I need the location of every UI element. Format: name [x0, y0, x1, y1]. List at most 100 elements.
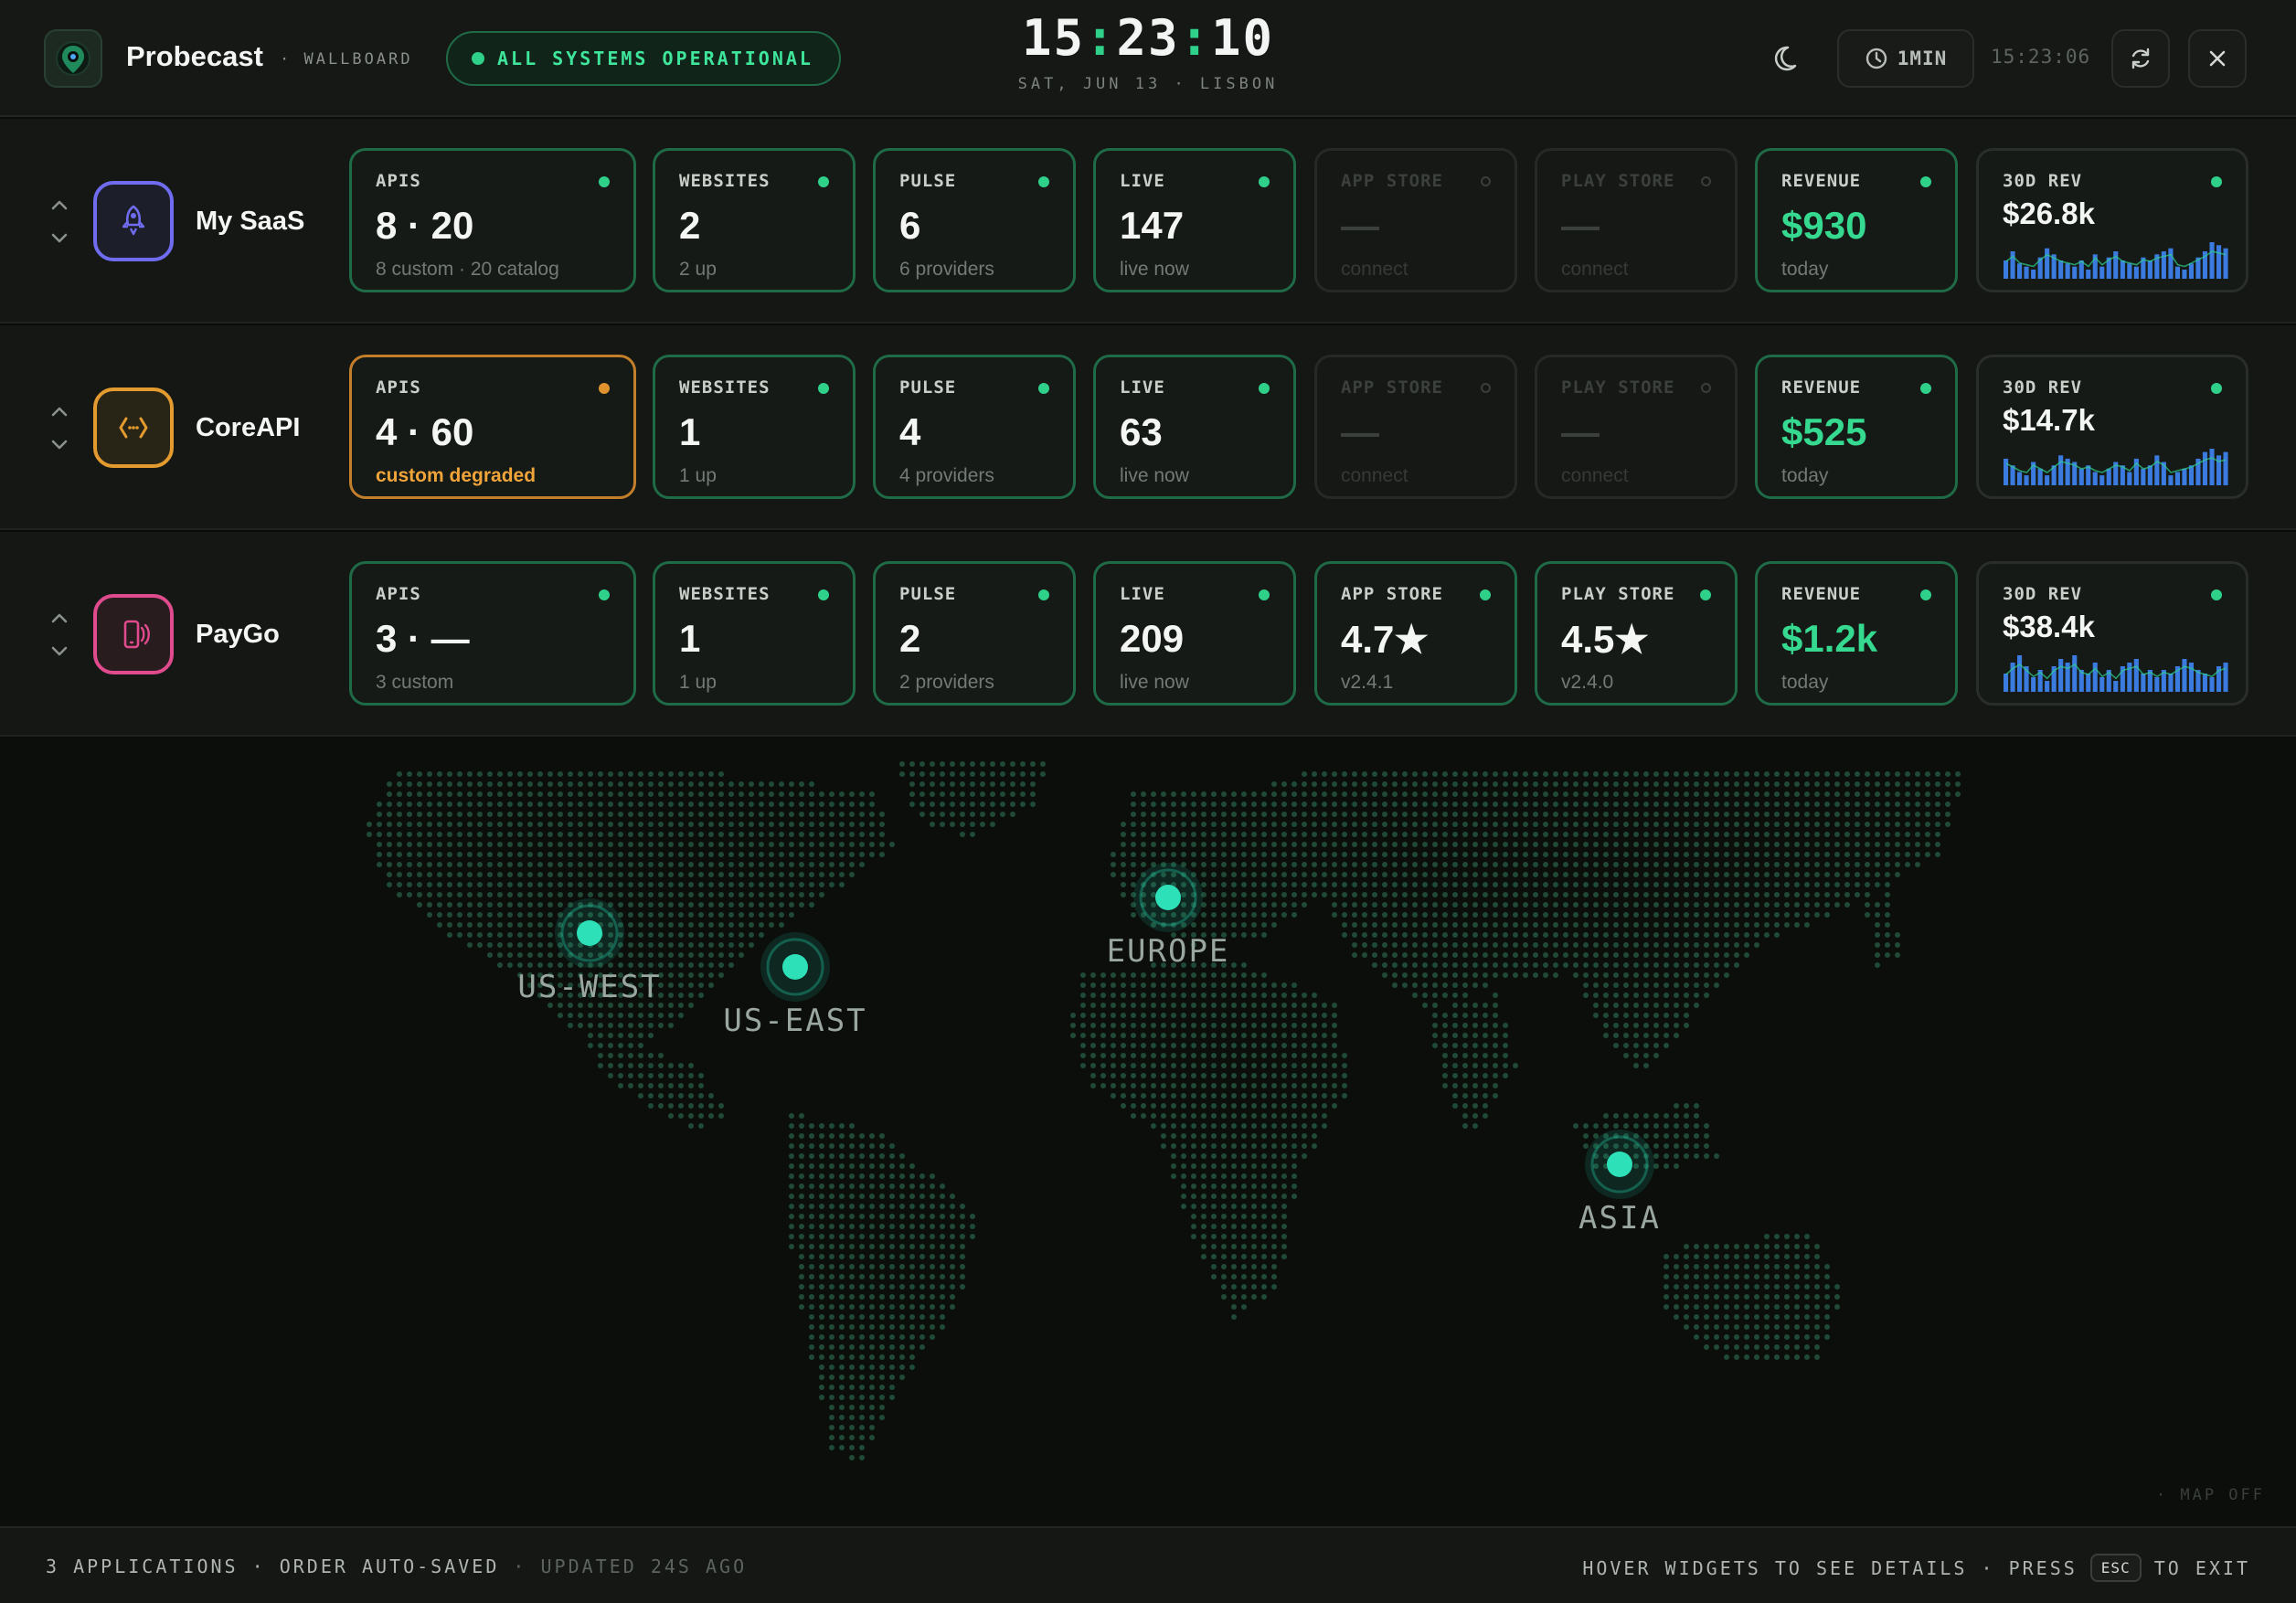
widget-value: — — [1341, 204, 1379, 247]
system-status-badge[interactable]: ALL SYSTEMS OPERATIONAL — [446, 31, 841, 86]
sparkline-bar — [2024, 475, 2029, 485]
widget-value: — — [1341, 410, 1379, 453]
widget-app-store[interactable]: APP STORE — connect — [1314, 355, 1517, 499]
widget-label: WEBSITES — [679, 584, 771, 604]
widget-label: PULSE — [899, 171, 957, 191]
widget-label: APIS — [376, 584, 421, 604]
status-footer: 3 APPLICATIONS · ORDER AUTO-SAVED · UPDA… — [0, 1526, 2296, 1603]
chevron-down-icon[interactable] — [46, 637, 73, 664]
chevron-down-icon[interactable] — [46, 224, 73, 251]
sparkline-bar — [2078, 468, 2084, 485]
widget-play-store[interactable]: PLAY STORE — connect — [1535, 148, 1738, 292]
widget-label: 30D REV — [2003, 171, 2083, 191]
status-dot-icon — [599, 176, 610, 187]
widget-label: 30D REV — [2003, 584, 2083, 604]
region-markers: US-WEST US-EAST EUROPE ASIA — [517, 863, 1661, 1237]
status-dot-icon — [1920, 383, 1931, 394]
revenue-sparkline — [2004, 655, 2228, 692]
sparkline-bar — [2065, 263, 2070, 279]
sparkline-bar — [2223, 663, 2228, 692]
widget-websites[interactable]: WEBSITES 2 2 up — [653, 148, 856, 292]
widget-subtext: 6 providers — [899, 259, 994, 280]
widget-rev30[interactable]: 30D REV $14.7k — [1976, 355, 2248, 499]
widget-play-store[interactable]: PLAY STORE — connect — [1535, 355, 1738, 499]
chevron-down-icon[interactable] — [46, 430, 73, 458]
widget-app-store[interactable]: APP STORE 4.7★ v2.4.1 — [1314, 561, 1517, 706]
widget-live[interactable]: LIVE 209 live now — [1093, 561, 1296, 706]
region-marker-europe[interactable]: EUROPE — [1107, 863, 1230, 970]
widget-value: 147 — [1120, 204, 1185, 247]
sparkline-bar — [2045, 681, 2050, 692]
sparkline-bar — [2147, 465, 2152, 485]
widget-subtext: v2.4.0 — [1561, 672, 1614, 693]
rocket-icon — [93, 181, 174, 261]
widget-app-store[interactable]: APP STORE — connect — [1314, 148, 1517, 292]
sparkline-bar — [2045, 248, 2050, 279]
region-marker-asia[interactable]: ASIA — [1578, 1130, 1661, 1237]
reorder-handle[interactable] — [46, 605, 73, 663]
widget-subtext: today — [1781, 465, 1829, 486]
sparkline-bar — [2031, 270, 2036, 279]
widget-value: 4 — [899, 410, 921, 453]
app-name: PayGo — [196, 620, 280, 649]
widget-apis[interactable]: APIS 8 · 20 8 custom · 20 catalog — [349, 148, 636, 292]
footer-updated: · UPDATED 24S AGO — [513, 1555, 748, 1577]
widget-revenue[interactable]: REVENUE $930 today — [1755, 148, 1958, 292]
app-name: CoreAPI — [196, 413, 301, 442]
widget-label: APP STORE — [1341, 171, 1443, 191]
widget-value: $38.4k — [2003, 610, 2095, 643]
refresh-interval-button[interactable]: 1MIN — [1837, 29, 1974, 88]
widget-value: 6 — [899, 204, 921, 247]
widget-live[interactable]: LIVE 63 live now — [1093, 355, 1296, 499]
clock-seconds: 10 — [1211, 9, 1275, 67]
clock: 15:23:10 — [1021, 9, 1275, 67]
widget-revenue[interactable]: REVENUE $1.2k today — [1755, 561, 1958, 706]
app-name: My SaaS — [196, 207, 305, 236]
widget-subtext: 1 up — [679, 672, 717, 693]
widget-value: 4 · 60 — [376, 410, 474, 453]
status-dot-icon — [1259, 383, 1270, 394]
sparkline-bar — [2045, 475, 2050, 485]
theme-toggle-button[interactable] — [1771, 40, 1808, 77]
sparkline-bar — [2092, 472, 2098, 485]
widget-websites[interactable]: WEBSITES 1 1 up — [653, 355, 856, 499]
sparkline-bar — [2010, 251, 2015, 279]
footer-hint-text: HOVER WIDGETS TO SEE DETAILS · PRESS — [1582, 1556, 2078, 1579]
region-marker-us-east[interactable]: US-EAST — [723, 932, 866, 1039]
widget-pulse[interactable]: PULSE 4 4 providers — [873, 355, 1076, 499]
widget-subtext: 3 custom — [376, 672, 454, 693]
clock-icon — [1866, 48, 1887, 69]
close-button[interactable] — [2188, 29, 2247, 88]
widget-rev30[interactable]: 30D REV $38.4k — [1976, 561, 2248, 706]
widget-apis[interactable]: APIS 3 · — 3 custom — [349, 561, 636, 706]
refresh-button[interactable] — [2111, 29, 2170, 88]
chevron-up-icon[interactable] — [46, 605, 73, 632]
map-off-toggle[interactable]: · MAP OFF — [2156, 1486, 2265, 1504]
widget-revenue[interactable]: REVENUE $525 today — [1755, 355, 1958, 499]
widget-pulse[interactable]: PULSE 2 2 providers — [873, 561, 1076, 706]
widget-subtext: 2 up — [679, 259, 717, 280]
reorder-handle[interactable] — [46, 192, 73, 250]
esc-key: ESC — [2089, 1554, 2142, 1582]
widget-label: PULSE — [899, 377, 957, 398]
widget-value: — — [1561, 410, 1600, 453]
widget-pulse[interactable]: PULSE 6 6 providers — [873, 148, 1076, 292]
status-dot-icon — [1259, 589, 1270, 600]
reorder-handle[interactable] — [46, 398, 73, 457]
top-bar: Probecast · WALLBOARD ALL SYSTEMS OPERAT… — [0, 0, 2296, 117]
widget-value: 209 — [1120, 617, 1185, 660]
widget-label: REVENUE — [1781, 584, 1862, 604]
sparkline-bar — [2209, 677, 2215, 692]
sparkline-bar — [2133, 659, 2139, 692]
sparkline-bar — [2147, 260, 2152, 279]
widget-live[interactable]: LIVE 147 live now — [1093, 148, 1296, 292]
widget-label: APIS — [376, 377, 421, 398]
widget-apis[interactable]: APIS 4 · 60 custom degraded — [349, 355, 636, 499]
widget-play-store[interactable]: PLAY STORE 4.5★ v2.4.0 — [1535, 561, 1738, 706]
date-location: SAT, JUN 13 · LISBON — [1017, 75, 1279, 93]
chevron-up-icon[interactable] — [46, 398, 73, 426]
last-refresh-time: 15:23:06 — [1991, 46, 2091, 68]
widget-rev30[interactable]: 30D REV $26.8k — [1976, 148, 2248, 292]
widget-websites[interactable]: WEBSITES 1 1 up — [653, 561, 856, 706]
chevron-up-icon[interactable] — [46, 192, 73, 219]
